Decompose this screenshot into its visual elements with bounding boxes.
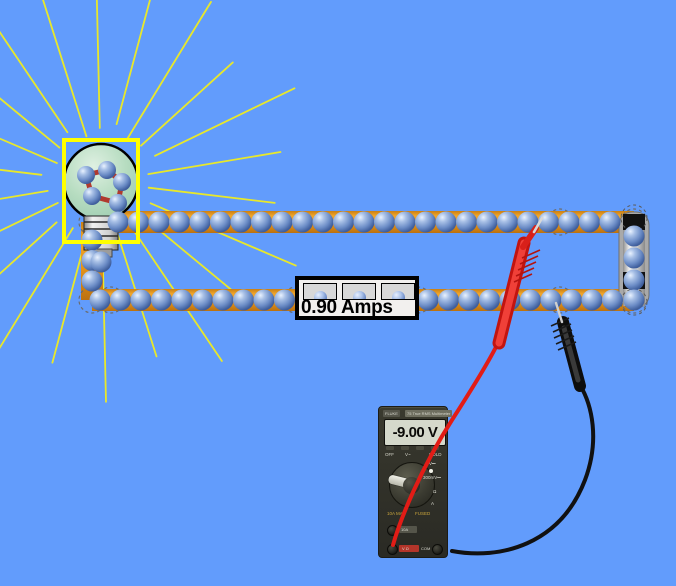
electron [110,289,131,311]
electron [171,289,193,311]
multimeter-port-v-ohm[interactable] [387,544,398,555]
electron [417,289,439,311]
electron [581,289,603,311]
multimeter-port-label-v-ohm: V Ω [402,546,409,551]
multimeter-warning-labels: 10A MAX FUSED [385,511,443,519]
multimeter-dial-label-vac: V~ [405,452,411,457]
electron [415,211,436,233]
electron [394,211,416,233]
electron [90,251,112,273]
electron [333,211,354,233]
electron [148,211,170,233]
multimeter-model-label: 75 True RMS Multimeter [405,410,453,417]
multimeter-lcd: -9.00 V [384,419,446,446]
multimeter-brand-bar: FLUKE 75 True RMS Multimeter [383,410,453,417]
multimeter-input-ports[interactable]: 10A V Ω COM [382,523,446,557]
multimeter-warning-10a-max: 10A MAX [387,511,406,516]
electron [274,289,295,311]
electron [599,211,621,233]
electron [251,211,272,233]
multimeter-range-label-amp: A [431,501,435,506]
electron [353,211,375,233]
electron [253,289,275,311]
multimeter-hold-button[interactable] [401,446,409,450]
multimeter-range-label-vdc: V⎓ [429,461,436,466]
electron [438,289,459,311]
electron [89,289,111,311]
electron [623,225,645,247]
electron [192,289,213,311]
multimeter-port-com[interactable] [432,544,443,555]
electron [476,211,498,233]
electron [230,211,252,233]
electron [189,211,211,233]
multimeter-button-label-hold: HOLD [429,452,442,457]
electron [602,289,623,311]
electron [456,211,477,233]
electron [520,289,541,311]
electron [292,211,313,233]
multimeter-extra-button[interactable] [431,446,439,450]
circuit-simulation-canvas[interactable]: 0.90 Amps FLUKE 75 True RMS Multimeter -… [0,0,676,586]
electron [169,211,190,233]
electron [233,289,254,311]
electron [479,289,500,311]
electron [210,211,231,233]
electron [151,289,172,311]
multimeter-minmax-button[interactable] [416,446,424,450]
multimeter[interactable]: FLUKE 75 True RMS Multimeter -9.00 V OFF… [378,406,453,558]
multimeter-dial-label-off: OFF [385,452,394,457]
electron [435,211,457,233]
electron [499,289,521,311]
multimeter-button-row[interactable] [384,446,444,451]
multimeter-warning-fused: FUSED [415,511,431,516]
electron [107,211,129,233]
electron [623,247,645,269]
electron [497,211,518,233]
electron [271,211,293,233]
electron [458,289,480,311]
multimeter-port-10a[interactable] [387,525,398,536]
electron [540,289,562,311]
electron [312,211,334,233]
multimeter-range-labels: V⎓ 300mV⎓ Ω A [383,459,445,509]
electron [374,211,395,233]
ammeter[interactable]: 0.90 Amps [296,277,418,319]
ammeter-reading: 0.90 Amps [301,297,393,318]
electron [561,289,582,311]
electron [130,289,152,311]
multimeter-range-label-ohm: Ω [433,489,437,494]
electron [623,289,645,311]
electron [558,211,580,233]
electron [517,211,539,233]
multimeter-range-button[interactable] [386,446,394,450]
electron [81,270,103,292]
multimeter-display-value: -9.00 V [392,424,438,441]
electron [579,211,600,233]
multimeter-port-label-com: COM [421,546,431,551]
electron [623,269,645,291]
multimeter-port-label-10a: 10A [401,527,409,532]
multimeter-brand-label: FLUKE [383,410,400,417]
multimeter-range-label-mvdc: 300mV⎓ [423,475,441,480]
electron [212,289,234,311]
electron [538,211,559,233]
